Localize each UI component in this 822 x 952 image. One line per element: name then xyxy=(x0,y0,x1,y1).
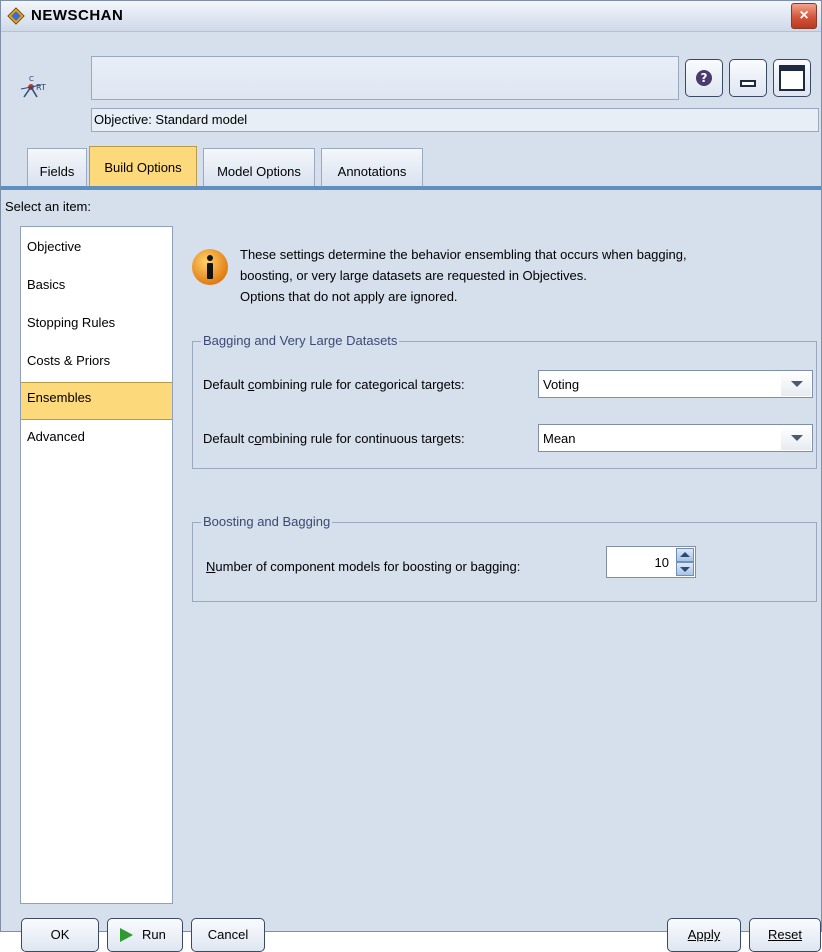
run-button[interactable]: Run xyxy=(107,918,183,952)
tab-build-options[interactable]: Build Options xyxy=(89,146,197,186)
component-models-spinner[interactable]: 10 xyxy=(606,546,696,578)
minimize-icon xyxy=(740,80,756,87)
info-text: These settings determine the behavior en… xyxy=(240,244,815,307)
list-item-stopping-rules[interactable]: Stopping Rules xyxy=(21,308,172,346)
tab-fields[interactable]: Fields xyxy=(27,148,87,186)
ok-button[interactable]: OK xyxy=(21,918,99,952)
svg-text:?: ? xyxy=(701,71,708,85)
chevron-down-icon[interactable] xyxy=(781,426,811,450)
maximize-icon xyxy=(779,65,805,91)
tab-divider xyxy=(1,186,821,190)
continuous-rule-select[interactable]: Mean xyxy=(538,424,813,452)
boosting-group-title: Boosting and Bagging xyxy=(201,514,333,529)
select-item-label: Select an item: xyxy=(5,199,91,214)
title-bar[interactable]: NEWSCHAN × xyxy=(1,1,821,32)
apply-button[interactable]: Apply xyxy=(667,918,741,952)
objective-summary: Objective: Standard model xyxy=(91,108,819,132)
apply-label: Apply xyxy=(687,927,721,942)
list-item-basics[interactable]: Basics xyxy=(21,270,172,308)
run-label: Run xyxy=(142,927,166,942)
info-line-2: boosting, or very large datasets are req… xyxy=(240,268,587,283)
categorical-rule-value: Voting xyxy=(543,377,580,392)
info-line-3: Options that do not apply are ignored. xyxy=(240,289,458,304)
info-line-1: These settings determine the behavior en… xyxy=(240,247,687,262)
ensembles-panel: These settings determine the behavior en… xyxy=(173,226,819,904)
node-diamond-icon xyxy=(7,7,25,25)
reset-label: Reset xyxy=(768,927,802,942)
chevron-down-icon[interactable] xyxy=(781,372,811,396)
close-button[interactable]: × xyxy=(791,3,817,29)
list-item-ensembles[interactable]: Ensembles xyxy=(21,382,172,420)
component-models-label: Number of component models for boosting … xyxy=(206,559,521,574)
help-button[interactable]: ? xyxy=(685,59,723,97)
play-icon xyxy=(120,928,133,942)
list-item-costs-priors[interactable]: Costs & Priors xyxy=(21,346,172,384)
svg-text:RT: RT xyxy=(36,83,46,92)
spin-down-icon[interactable] xyxy=(676,562,694,576)
categorical-rule-label: Default combining rule for categorical t… xyxy=(203,377,465,392)
tab-model-options[interactable]: Model Options xyxy=(203,148,315,186)
component-models-value: 10 xyxy=(654,555,669,570)
bagging-group-title: Bagging and Very Large Datasets xyxy=(201,333,400,348)
item-list: Objective Basics Stopping Rules Costs & … xyxy=(20,226,173,904)
node-name-field[interactable] xyxy=(91,56,679,100)
help-icon: ? xyxy=(696,70,712,86)
window-title: NEWSCHAN xyxy=(31,7,124,24)
info-icon xyxy=(192,249,228,285)
continuous-rule-label: Default combining rule for continuous ta… xyxy=(203,431,465,446)
cart-model-icon: C RT xyxy=(20,75,46,98)
reset-button[interactable]: Reset xyxy=(749,918,821,952)
boosting-group: Boosting and Bagging Number of component… xyxy=(192,514,817,602)
dialog-window: NEWSCHAN × C RT ? Objective: Standard mo… xyxy=(0,0,822,952)
minimize-button[interactable] xyxy=(729,59,767,97)
continuous-rule-value: Mean xyxy=(543,431,576,446)
list-item-advanced[interactable]: Advanced xyxy=(21,422,172,460)
categorical-rule-select[interactable]: Voting xyxy=(538,370,813,398)
svg-text:C: C xyxy=(29,75,34,83)
bagging-group: Bagging and Very Large Datasets Default … xyxy=(192,333,817,469)
spin-up-icon[interactable] xyxy=(676,548,694,562)
cancel-button[interactable]: Cancel xyxy=(191,918,265,952)
maximize-button[interactable] xyxy=(773,59,811,97)
list-item-objective[interactable]: Objective xyxy=(21,232,172,270)
tab-annotations[interactable]: Annotations xyxy=(321,148,423,186)
